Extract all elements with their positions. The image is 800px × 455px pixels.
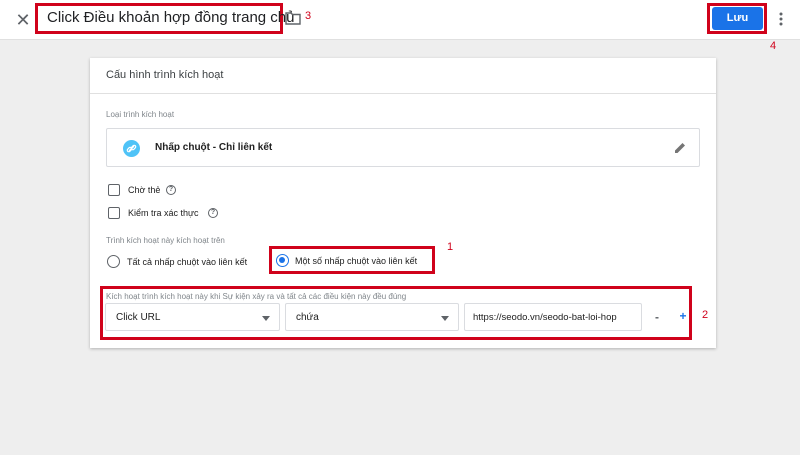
- trigger-config-card: Cấu hình trình kích hoạt Loại trình kích…: [90, 58, 716, 348]
- edit-pencil-icon[interactable]: [673, 141, 687, 155]
- condition-operator-value: chứa: [296, 312, 319, 323]
- link-icon: [123, 140, 140, 157]
- annotation-number-4: 4: [770, 40, 777, 52]
- more-vert-icon[interactable]: [776, 10, 786, 28]
- some-link-clicks-label: Một số nhấp chuột vào liên kết: [295, 256, 418, 266]
- remove-condition-button[interactable]: -: [650, 310, 664, 324]
- annotation-number-2: 2: [702, 309, 709, 321]
- wait-for-tags-checkbox[interactable]: [108, 184, 120, 196]
- wait-for-tags-label: Chờ thẻ: [128, 185, 161, 195]
- condition-label: Kích hoạt trình kích hoạt này khi Sự kiệ…: [106, 292, 407, 301]
- annotation-number-3: 3: [305, 10, 312, 22]
- folder-icon[interactable]: [285, 11, 301, 25]
- fire-on-label: Trình kích hoạt này kích hoạt trên: [106, 236, 225, 245]
- condition-operator-select[interactable]: chứa: [285, 303, 459, 331]
- condition-value-field[interactable]: [464, 303, 642, 331]
- some-link-clicks-radio[interactable]: [276, 254, 289, 267]
- close-icon[interactable]: ✕: [12, 9, 34, 31]
- help-icon[interactable]: ?: [208, 208, 218, 218]
- condition-variable-value: Click URL: [116, 312, 161, 323]
- check-validation-checkbox[interactable]: [108, 207, 120, 219]
- trigger-name-title[interactable]: Click Điều khoản hợp đồng trang chủ: [47, 9, 295, 26]
- trigger-type-value: Nhấp chuột - Chỉ liên kết: [155, 142, 273, 153]
- card-title: Cấu hình trình kích hoạt: [106, 69, 224, 81]
- caret-down-icon: [262, 316, 270, 321]
- caret-down-icon: [441, 316, 449, 321]
- trigger-type-selector[interactable]: Nhấp chuột - Chỉ liên kết: [106, 128, 700, 167]
- check-validation-label: Kiểm tra xác thực: [128, 208, 199, 218]
- save-button[interactable]: Lưu: [712, 7, 763, 30]
- all-link-clicks-radio[interactable]: [107, 255, 120, 268]
- card-header: Cấu hình trình kích hoạt: [90, 58, 716, 94]
- condition-value-input[interactable]: [465, 304, 641, 330]
- all-link-clicks-label: Tất cả nhấp chuột vào liên kết: [127, 257, 248, 267]
- help-icon[interactable]: ?: [166, 185, 176, 195]
- condition-variable-select[interactable]: Click URL: [105, 303, 280, 331]
- top-bar: ✕ Click Điều khoản hợp đồng trang chủ 3 …: [0, 0, 800, 40]
- add-condition-button[interactable]: +: [676, 309, 690, 323]
- annotation-number-1: 1: [447, 241, 454, 253]
- trigger-type-label: Loại trình kích hoạt: [106, 110, 175, 119]
